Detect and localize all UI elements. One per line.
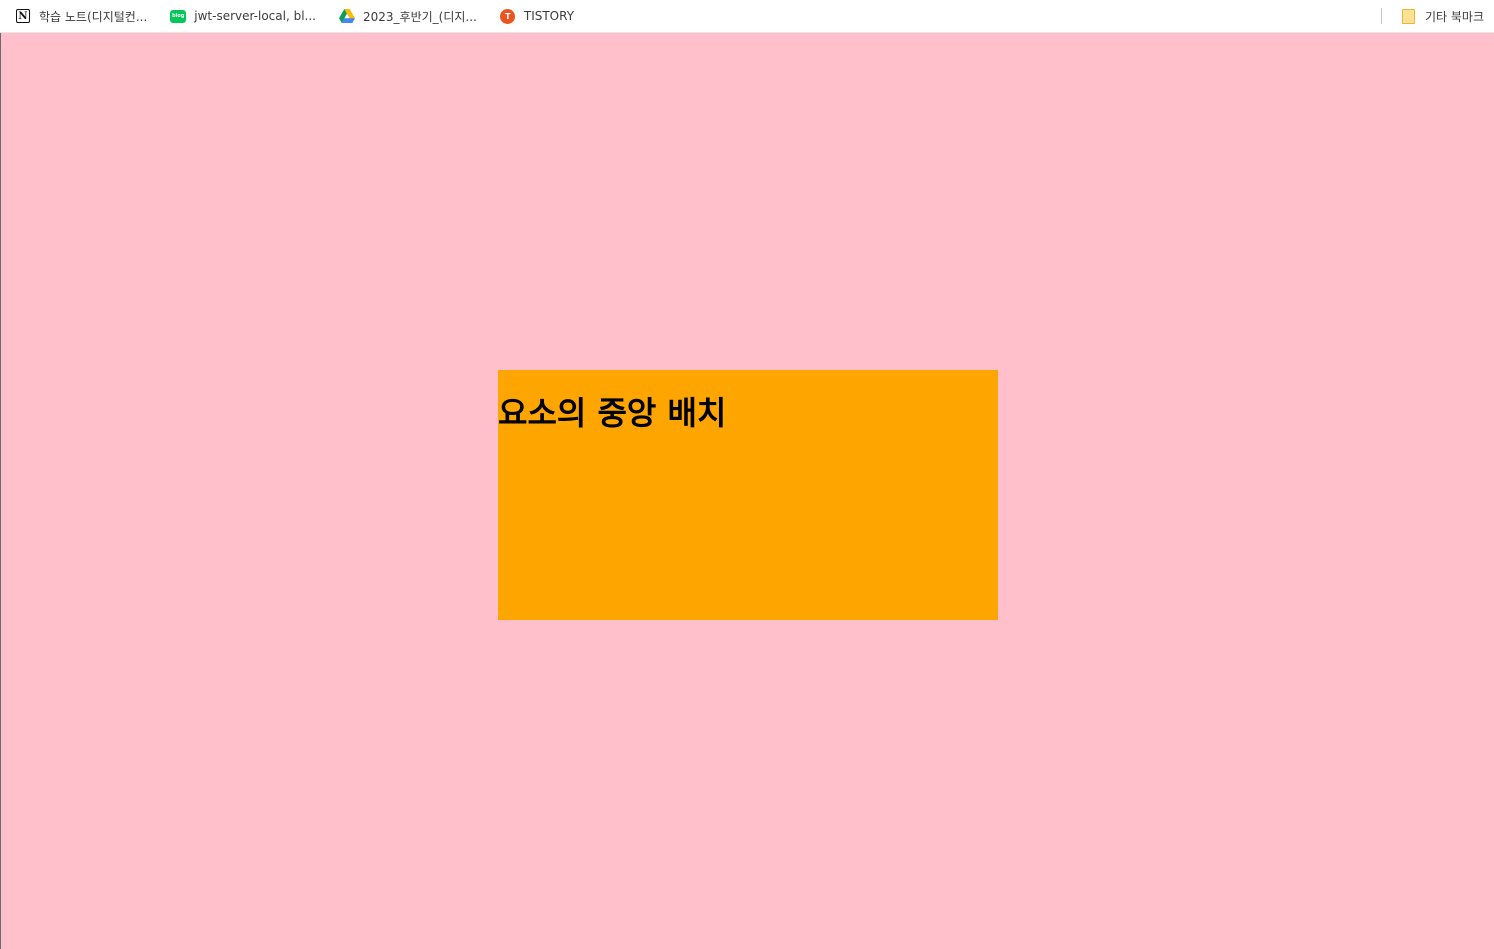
bookmarks-bar: N 학습 노트(디지털컨... blog jwt-server-local, b… (0, 0, 1494, 33)
folder-icon (1401, 8, 1417, 24)
tistory-icon: T (500, 8, 516, 24)
google-drive-icon (338, 8, 355, 24)
bookmarks-separator (1380, 8, 1382, 24)
page-content: 요소의 중앙 배치 (0, 33, 1494, 949)
bookmark-label: TISTORY (523, 9, 575, 23)
naver-blog-icon: blog (170, 8, 187, 24)
page-heading: 요소의 중앙 배치 (498, 394, 727, 432)
bookmark-learning-notes[interactable]: N 학습 노트(디지털컨... (0, 3, 155, 29)
other-bookmarks-folder[interactable]: 기타 북마크 (1386, 3, 1494, 29)
bookmark-label: jwt-server-local, bl... (194, 9, 316, 23)
bookmark-2023-second-half[interactable]: 2023_후반기_(디지... (324, 3, 485, 29)
bookmark-label: 2023_후반기_(디지... (362, 9, 477, 24)
other-bookmarks-label: 기타 북마크 (1424, 9, 1484, 24)
bookmark-jwt-server-local[interactable]: blog jwt-server-local, bl... (155, 3, 324, 29)
bookmark-label: 학습 노트(디지털컨... (39, 9, 148, 24)
bookmark-tistory[interactable]: T TISTORY (485, 3, 582, 29)
centered-box: 요소의 중앙 배치 (498, 370, 998, 620)
window-left-edge (0, 33, 1, 949)
notion-icon: N (15, 8, 31, 24)
